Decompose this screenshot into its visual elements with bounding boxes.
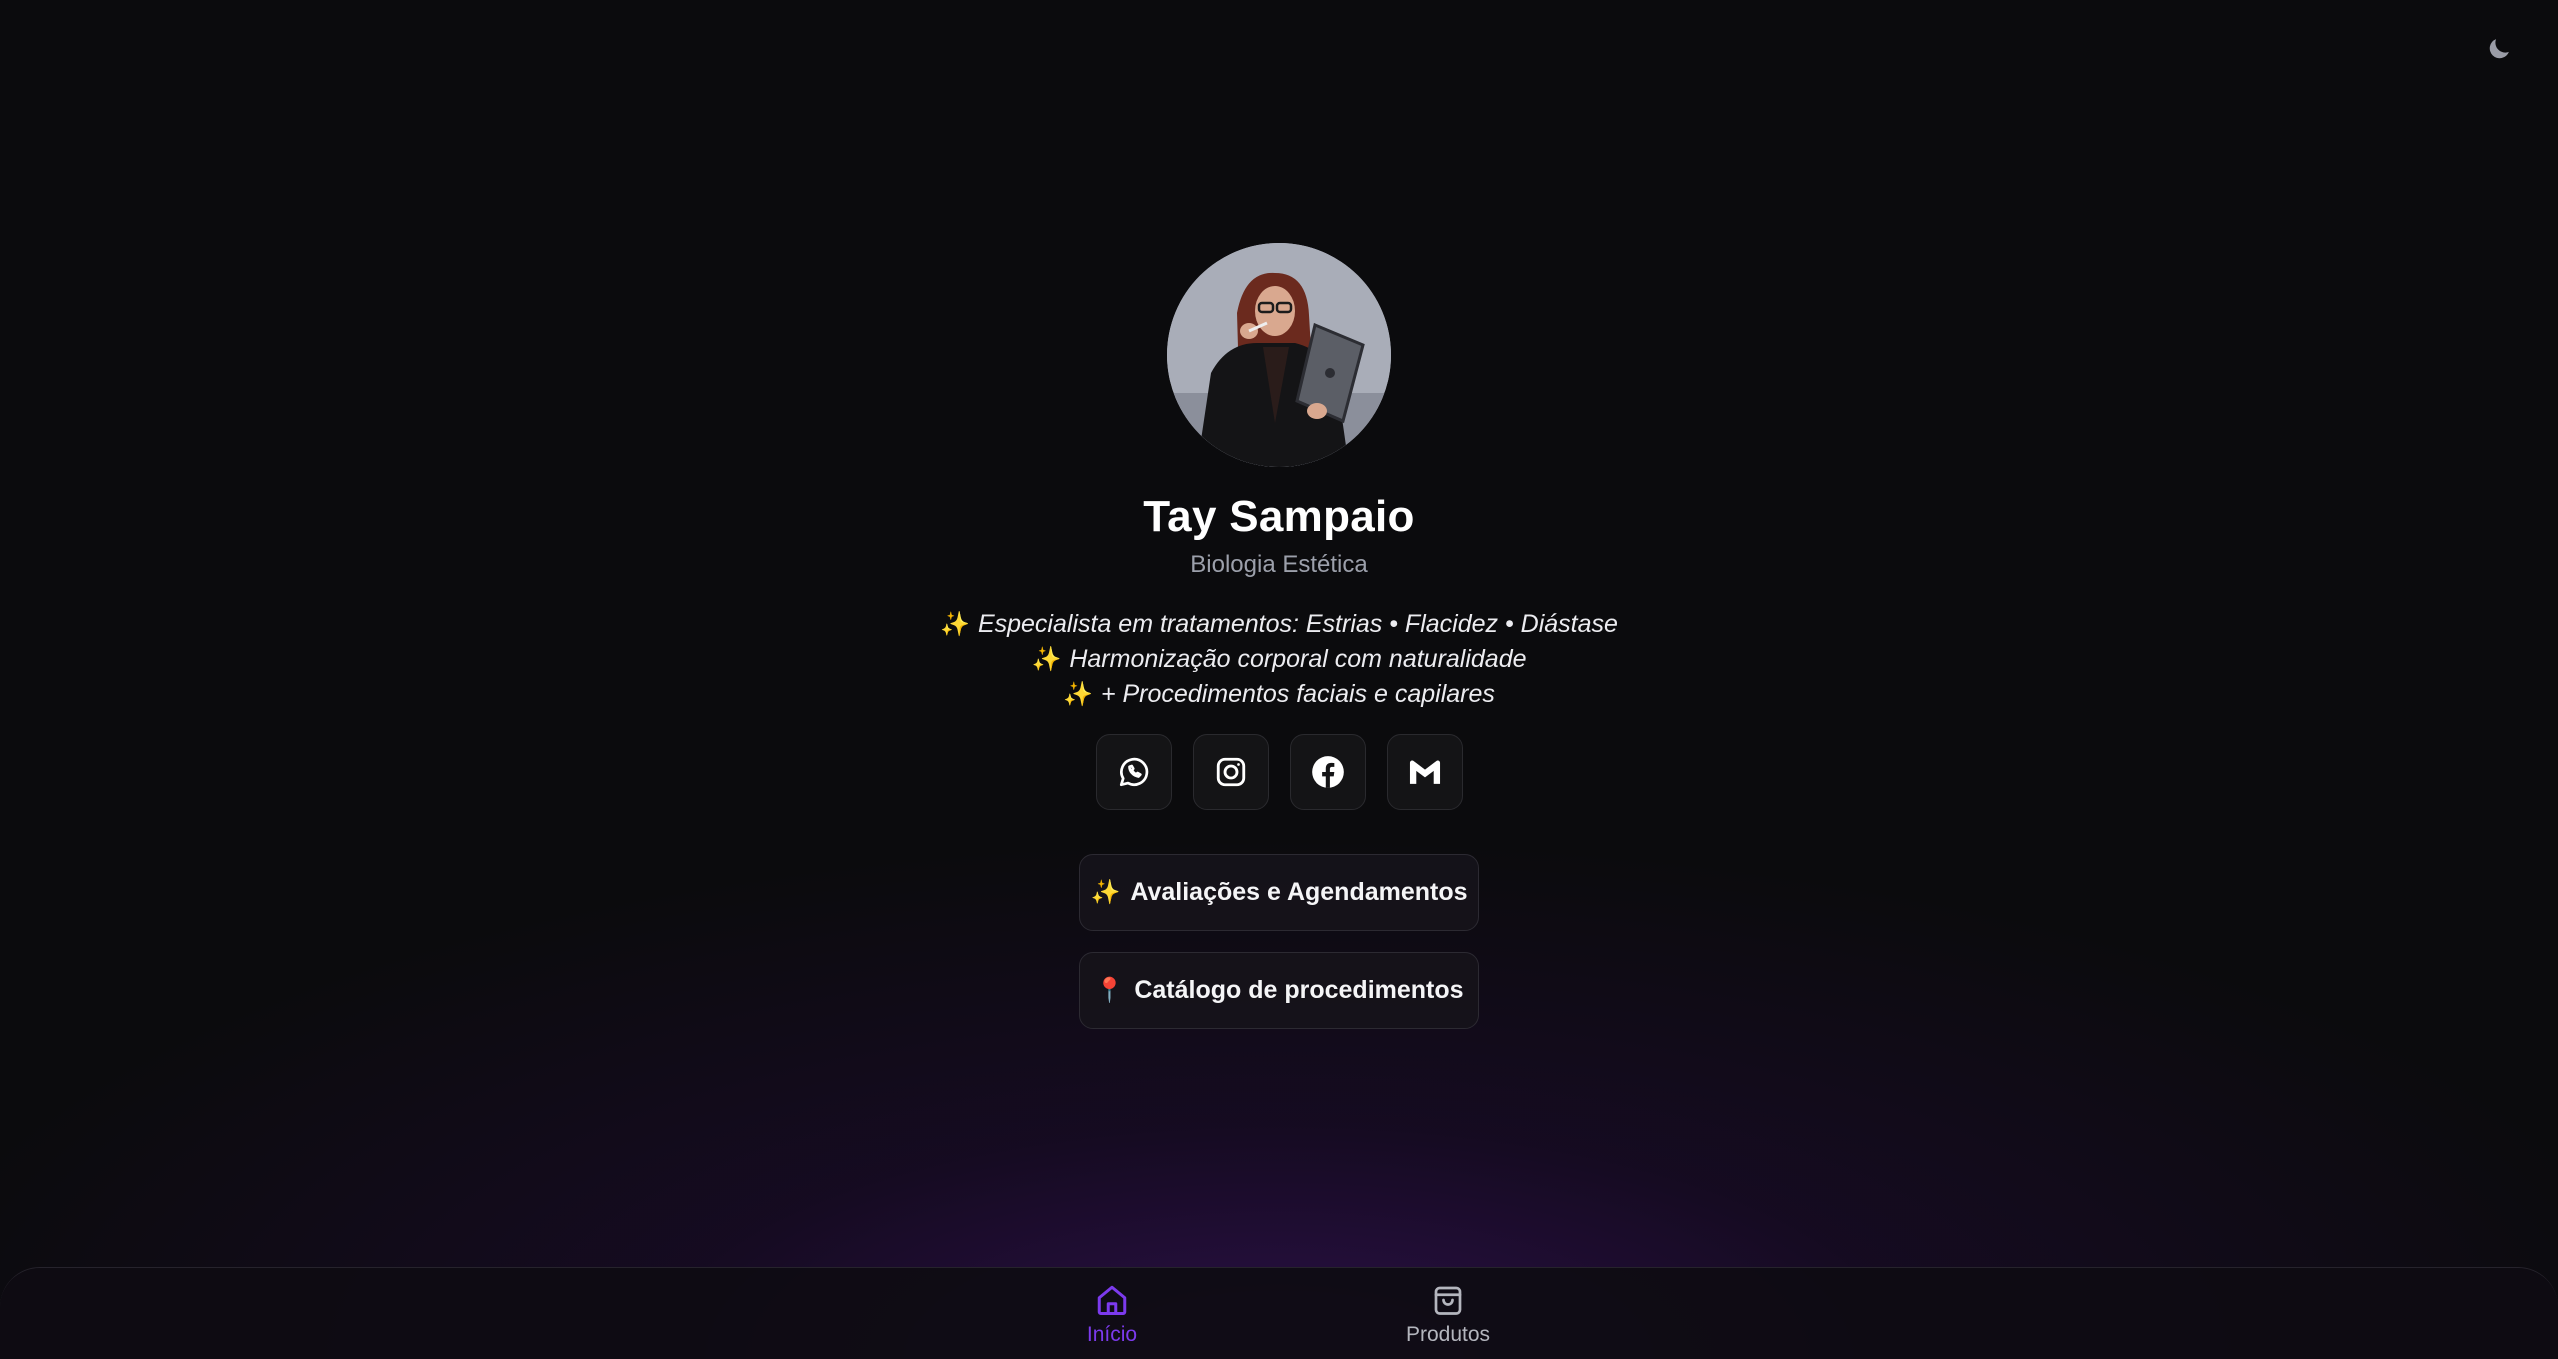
nav-label-home: Início (1086, 1323, 1138, 1346)
bio-text: Harmonização corporal com naturalidade (1069, 645, 1527, 673)
page: Tay Sampaio Biologia Estética ✨ Especial… (0, 0, 2558, 1359)
profile-bio: ✨ Especialista em tratamentos: Estrias •… (940, 607, 1618, 712)
theme-toggle-button[interactable] (2480, 30, 2518, 68)
moon-icon (2489, 39, 2509, 59)
avatar-photo (1167, 243, 1391, 467)
bio-text: Especialista em tratamentos: Estrias • F… (977, 610, 1618, 638)
bio-line: ✨ Especialista em tratamentos: Estrias •… (940, 607, 1618, 642)
profile-section: Tay Sampaio Biologia Estética ✨ Especial… (0, 243, 2558, 1029)
link-buttons: ✨ Avaliações e Agendamentos 📍 Catálogo d… (1079, 854, 1479, 1029)
profile-subtitle: Biologia Estética (1190, 551, 1368, 578)
nav-item-home[interactable]: Início (1052, 1282, 1172, 1348)
appointments-link-button[interactable]: ✨ Avaliações e Agendamentos (1079, 854, 1479, 931)
gmail-button[interactable] (1386, 734, 1463, 810)
catalog-link-button[interactable]: 📍 Catálogo de procedimentos (1079, 952, 1479, 1029)
facebook-icon (1311, 756, 1344, 788)
avatar (1167, 243, 1391, 467)
sparkle-icon: ✨ (1063, 681, 1093, 708)
sparkle-icon: ✨ (940, 611, 970, 638)
sparkle-icon: ✨ (1090, 879, 1121, 906)
pin-icon: 📍 (1094, 977, 1125, 1004)
link-label: Avaliações e Agendamentos (1130, 878, 1468, 906)
nav-label-products: Produtos (1405, 1323, 1491, 1346)
gmail-icon (1409, 760, 1440, 784)
whatsapp-button[interactable] (1095, 734, 1172, 810)
home-icon (1097, 1285, 1127, 1315)
profile-name: Tay Sampaio (1143, 492, 1415, 541)
link-label: Catálogo de procedimentos (1134, 976, 1464, 1004)
social-links (1095, 734, 1463, 810)
bottom-navigation: Início Produtos (0, 1267, 2558, 1359)
shopping-bag-icon (1434, 1286, 1462, 1315)
instagram-button[interactable] (1192, 734, 1269, 810)
instagram-icon (1216, 757, 1245, 787)
bio-text: + Procedimentos faciais e capilares (1100, 680, 1495, 708)
bio-line: ✨ Harmonização corporal com naturalidade (1031, 642, 1526, 677)
sparkle-icon: ✨ (1031, 646, 1062, 673)
bio-line: ✨ + Procedimentos faciais e capilares (1063, 677, 1495, 712)
facebook-button[interactable] (1289, 734, 1366, 810)
whatsapp-icon (1119, 757, 1148, 787)
nav-item-products[interactable]: Produtos (1388, 1282, 1508, 1348)
